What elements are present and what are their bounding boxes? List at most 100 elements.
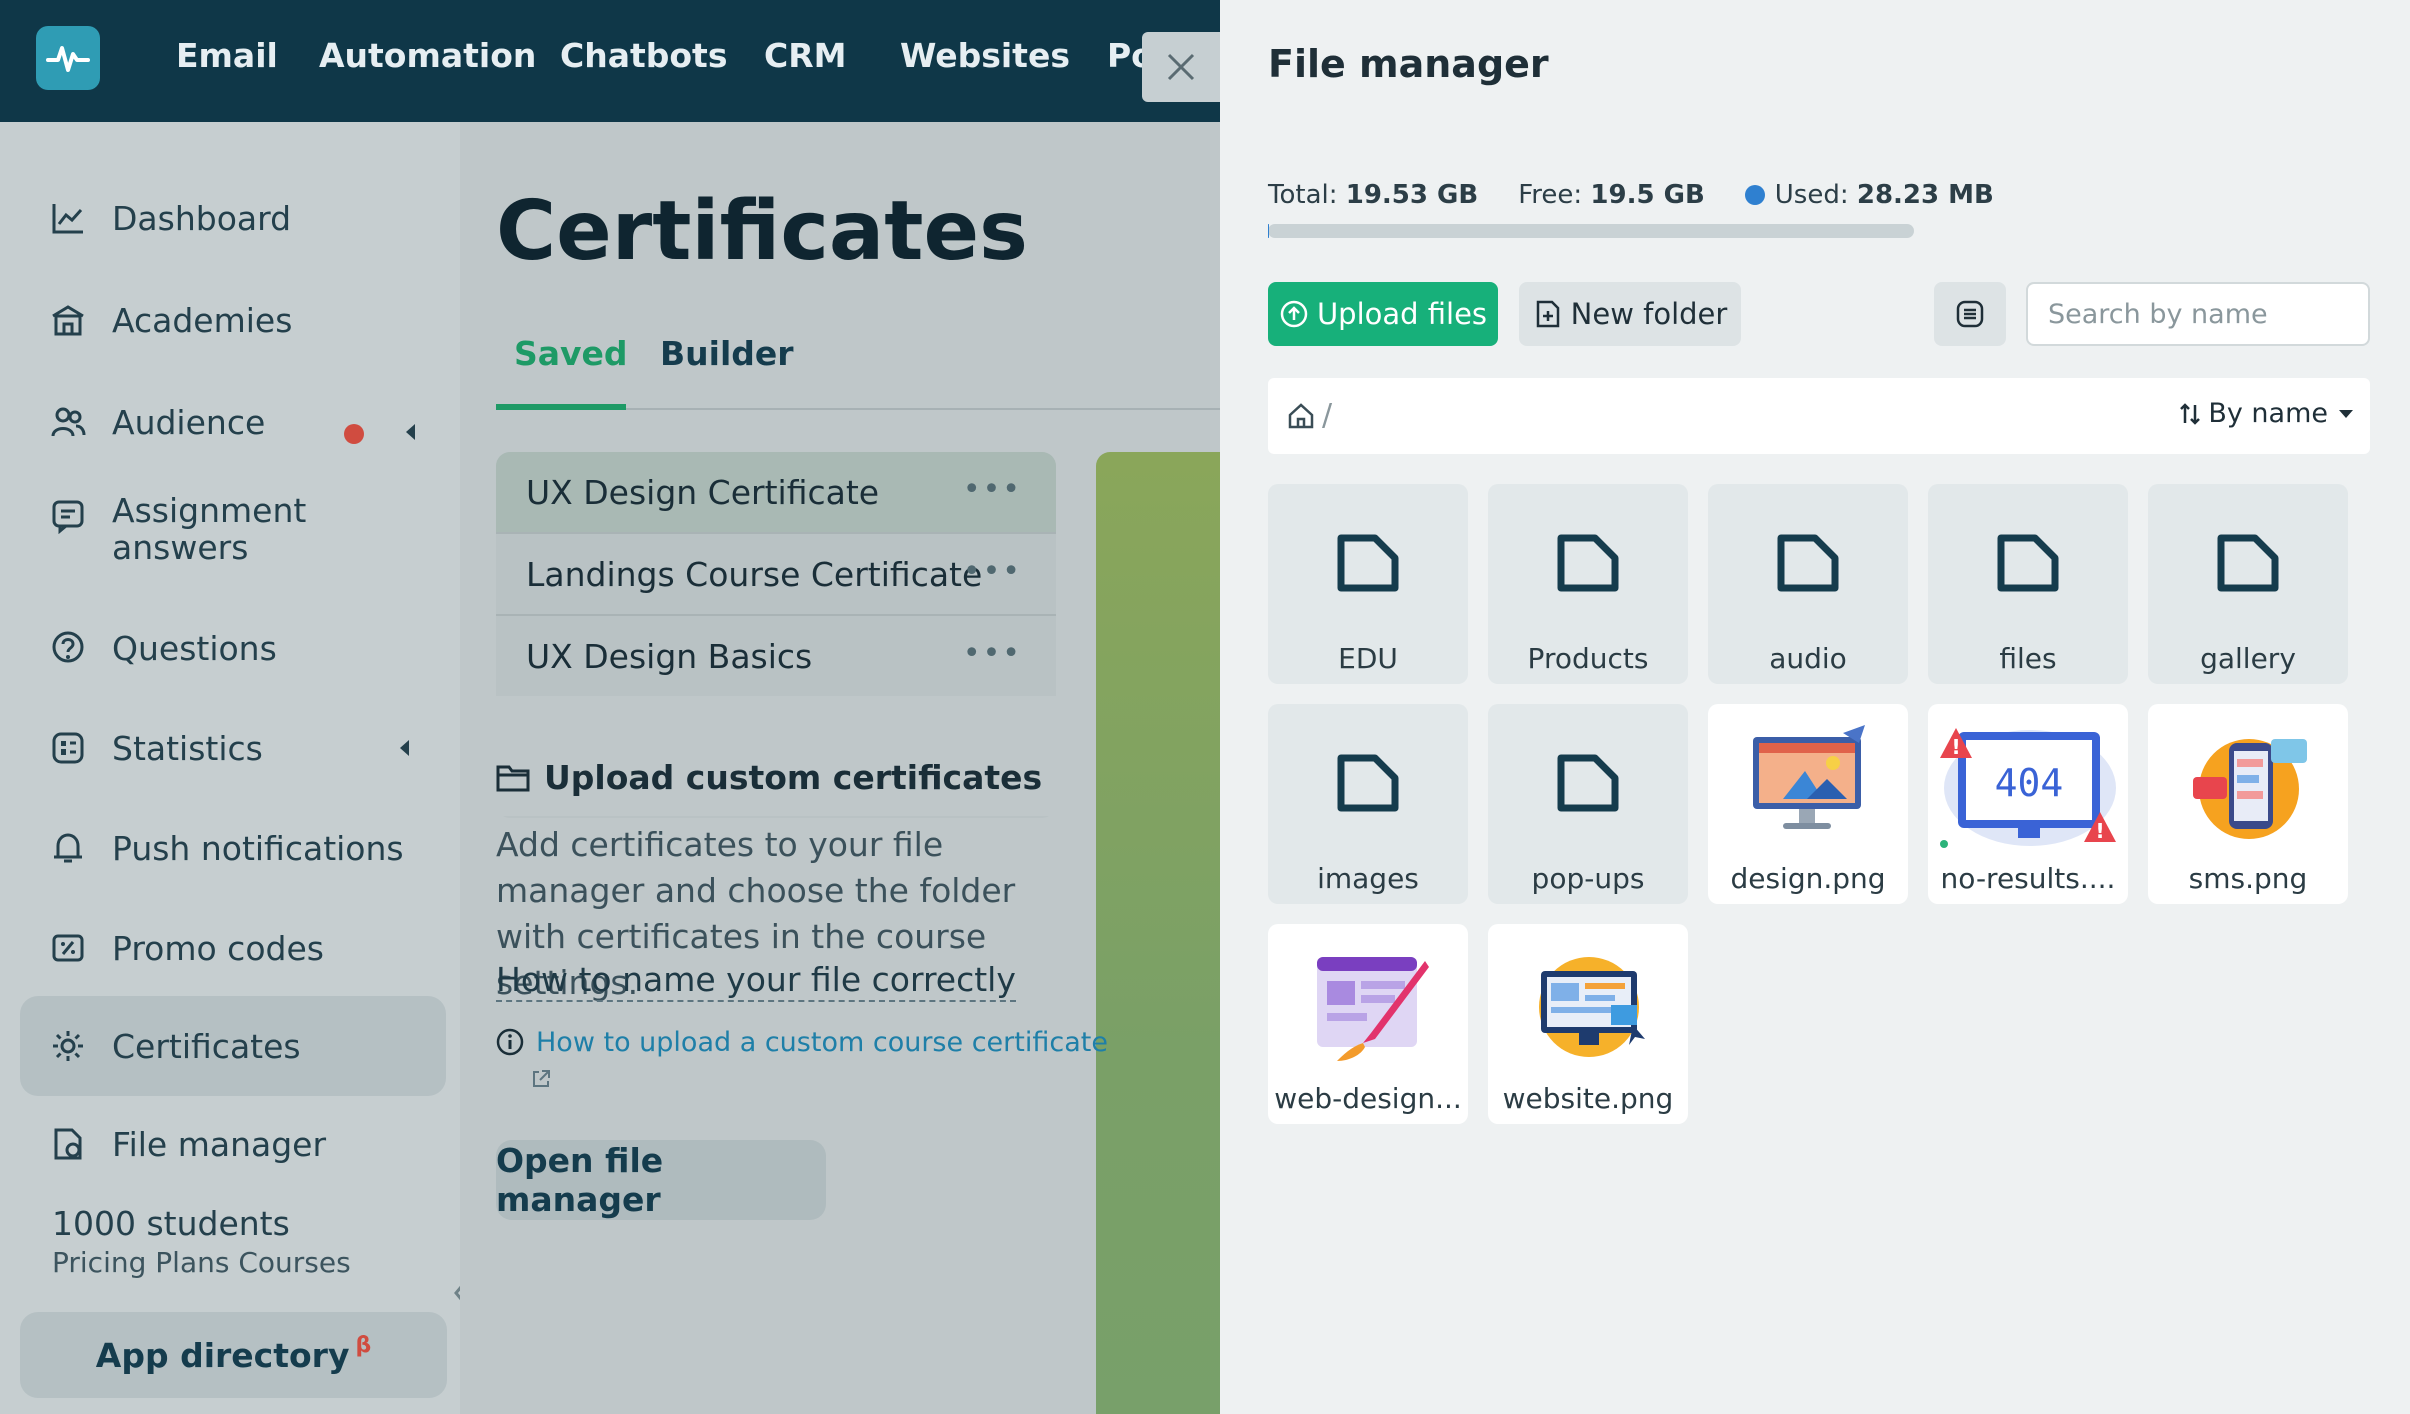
chart-line-icon [48, 198, 88, 238]
plan-subtitle[interactable]: Pricing Plans Courses [52, 1246, 351, 1279]
help-row: How to upload a custom course certificat… [496, 1026, 1108, 1060]
folder-tile[interactable]: files [1928, 484, 2128, 684]
sidebar-item-academies[interactable]: Academies [20, 288, 446, 352]
nav-email[interactable]: Email [176, 36, 278, 75]
storage-usage-fill [1268, 224, 1269, 238]
beta-badge: β [355, 1332, 372, 1358]
pulse-logo-icon [46, 46, 90, 72]
sidebar-item-label: Statistics [112, 728, 263, 768]
sms-image-thumbnail [2178, 718, 2318, 848]
sidebar-item-push-notifications[interactable]: Push notifications [20, 816, 446, 880]
app-directory-button[interactable]: App directory β [20, 1312, 447, 1398]
new-folder-button[interactable]: New folder [1519, 282, 1741, 346]
folder-name: images [1317, 862, 1419, 895]
list-view-button[interactable] [1934, 282, 2006, 346]
certificate-name: Landings Course Certificate [526, 554, 983, 594]
design-image-thumbnail [1738, 718, 1878, 848]
folder-name: EDU [1338, 642, 1398, 675]
file-icon [48, 1124, 88, 1164]
question-icon [48, 628, 88, 668]
svg-text:404: 404 [1995, 761, 2064, 805]
search-input[interactable] [2026, 282, 2370, 346]
upload-heading-text: Upload custom certificates [544, 758, 1043, 797]
file-tile[interactable]: website.png [1488, 924, 1688, 1124]
folder-name: files [1999, 642, 2057, 675]
sidebar-item-label: Academies [112, 300, 293, 340]
file-tile[interactable]: sms.png [2148, 704, 2348, 904]
file-name: sms.png [2188, 862, 2308, 895]
external-link-icon[interactable] [530, 1068, 552, 1094]
sort-dropdown[interactable]: By name [2178, 398, 2354, 429]
certificate-name: UX Design Certificate [526, 472, 880, 512]
upload-files-button[interactable]: Upload files [1268, 282, 1498, 346]
nav-automation[interactable]: Automation [319, 36, 536, 75]
sidebar-item-label: Questions [112, 628, 277, 668]
tab-builder[interactable]: Builder [660, 334, 794, 373]
sidebar-item-label: Certificates [112, 1026, 301, 1066]
sidebar-item-label: Push notifications [112, 828, 404, 868]
folder-name: gallery [2200, 642, 2296, 675]
certificate-item[interactable]: UX Design Basics ••• [496, 616, 1056, 696]
folder-tile[interactable]: gallery [2148, 484, 2348, 684]
breadcrumb: / [1286, 398, 1332, 433]
file-tile[interactable]: 404 ! ! no-results.... [1928, 704, 2128, 904]
folder-icon [2178, 498, 2318, 628]
sidebar-item-label: Audience [112, 402, 266, 442]
gear-icon [48, 1026, 88, 1066]
file-naming-link[interactable]: How to name your file correctly [496, 960, 1016, 1002]
home-icon[interactable] [1286, 401, 1316, 431]
folder-tile[interactable]: pop-ups [1488, 704, 1688, 904]
app-logo[interactable] [36, 26, 100, 90]
file-tile[interactable]: design.png [1708, 704, 1908, 904]
total-label: Total: [1268, 180, 1338, 210]
app-directory-label: App directory [95, 1335, 350, 1375]
svg-text:!: ! [1951, 735, 1960, 759]
sidebar-item-assignment-answers[interactable]: Assignment answers [20, 492, 446, 578]
folder-tile[interactable]: images [1268, 704, 1468, 904]
file-name: website.png [1502, 1082, 1674, 1115]
nav-chatbots[interactable]: Chatbots [560, 36, 727, 75]
website-image-thumbnail [1518, 938, 1658, 1068]
used-dot [1744, 185, 1765, 205]
certificate-item[interactable]: UX Design Certificate ••• [496, 452, 1056, 532]
open-file-manager-button[interactable]: Open file manager [496, 1140, 826, 1220]
sidebar-item-dashboard[interactable]: Dashboard [20, 186, 446, 250]
upload-help-link[interactable]: How to upload a custom course certificat… [536, 1026, 1108, 1060]
more-icon[interactable]: ••• [963, 472, 1022, 507]
info-icon [496, 1028, 524, 1056]
sidebar-item-statistics[interactable]: Statistics [20, 716, 446, 780]
free-label: Free: [1518, 180, 1583, 210]
folder-tile[interactable]: Products [1488, 484, 1688, 684]
sidebar-item-promo-codes[interactable]: Promo codes [20, 916, 446, 980]
folder-icon [1518, 498, 1658, 628]
page-title: Certificates [496, 184, 1028, 279]
web-design-image-thumbnail [1298, 938, 1438, 1068]
certificate-item[interactable]: Landings Course Certificate ••• [496, 534, 1056, 614]
folder-tile[interactable]: audio [1708, 484, 1908, 684]
sidebar-item-label: Promo codes [112, 928, 324, 968]
sidebar-item-questions[interactable]: Questions [20, 616, 446, 680]
file-manager-panel: File manager Total: 19.53 GB Free: 19.5 … [1220, 0, 2410, 1414]
nav-crm[interactable]: CRM [764, 36, 846, 75]
sidebar-item-certificates[interactable]: Certificates [20, 996, 446, 1096]
chevron-left-icon[interactable] [400, 740, 409, 756]
main-content: Certificates Saved Builder UX Design Cer… [460, 122, 1220, 1414]
new-folder-icon [1533, 299, 1563, 329]
folder-tile[interactable]: EDU [1268, 484, 1468, 684]
more-icon[interactable]: ••• [963, 636, 1022, 671]
breadcrumb-separator: / [1322, 398, 1333, 433]
nav-websites[interactable]: Websites [900, 36, 1070, 75]
bell-icon [48, 828, 88, 868]
upload-heading: Upload custom certificates [496, 758, 1042, 797]
more-icon[interactable]: ••• [963, 554, 1022, 589]
tab-saved[interactable]: Saved [514, 334, 628, 373]
open-file-manager-label: Open file manager [496, 1141, 664, 1219]
sidebar-item-file-manager[interactable]: File manager [20, 1112, 446, 1176]
file-tile[interactable]: web-design... [1268, 924, 1468, 1124]
sidebar: Dashboard Academies Audience Assignment … [0, 122, 468, 1414]
sidebar-item-audience[interactable]: Audience [20, 390, 446, 454]
storage-stats: Total: 19.53 GB Free: 19.5 GB Used: 28.2… [1268, 180, 1994, 210]
list-view-icon [1956, 300, 1984, 328]
sort-label: By name [2208, 398, 2328, 429]
close-button[interactable] [1142, 32, 1220, 102]
